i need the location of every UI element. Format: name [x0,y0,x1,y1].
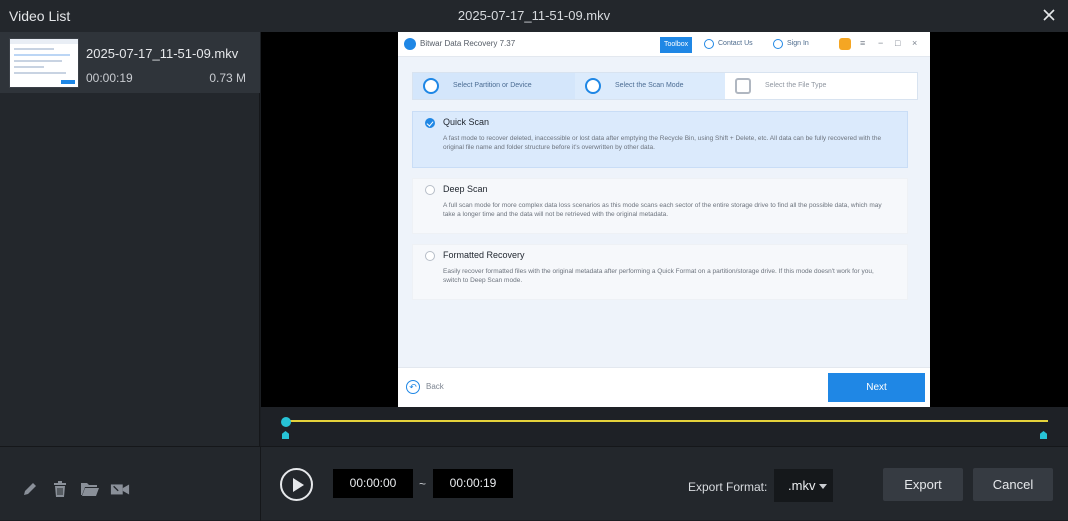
end-time-input[interactable] [433,469,513,498]
radio-icon [425,251,435,261]
back-icon: ↶ [406,380,420,394]
export-button[interactable]: Export [883,468,963,501]
contact-icon [704,39,714,49]
app-close-icon: × [912,38,918,48]
app-header: Bitwar Data Recovery 7.37 Toolbox Contac… [398,32,930,57]
video-thumbnail [9,38,79,88]
folder-open-icon[interactable] [80,479,100,499]
signin-link: Sign In [787,40,809,47]
video-size: 0.73 M [209,71,246,85]
timeline[interactable] [261,407,1068,446]
option-quick-scan: Quick Scan A fast mode to recover delete… [412,111,908,168]
export-format-label: Export Format: [688,480,768,494]
scan-mode-icon [585,78,601,94]
trim-end-handle[interactable] [1040,431,1047,439]
user-icon [773,39,783,49]
file-type-icon [735,78,751,94]
contact-link: Contact Us [718,40,753,47]
option-deep-scan: Deep Scan A full scan mode for more comp… [412,178,908,234]
next-button: Next [828,373,925,402]
minimize-icon: − [878,38,884,48]
window-title: 2025-07-17_11-51-09.mkv [457,8,611,23]
radio-checked-icon [425,118,435,128]
title-bar: Video List 2025-07-17_11-51-09.mkv [0,0,1068,32]
timeline-track[interactable] [287,420,1048,422]
app-name: Bitwar Data Recovery 7.37 [420,39,516,48]
back-link: Back [426,382,444,391]
chevron-down-icon [819,484,827,489]
app-footer: ↶ Back Next [398,367,930,407]
list-item[interactable]: 2025-07-17_11-51-09.mkv 00:00:19 0.73 M [0,32,260,93]
toolbox-button: Toolbox [660,37,693,53]
preview-frame: Bitwar Data Recovery 7.37 Toolbox Contac… [398,32,930,407]
step-3: Select the File Type [765,82,827,89]
maximize-icon: □ [895,38,901,48]
camera-icon[interactable] [110,479,130,499]
export-format-value: .mkv [788,478,816,493]
partition-icon [423,78,439,94]
step-progress: Select Partition or Device Select the Sc… [412,72,918,100]
playhead-handle[interactable] [281,417,291,427]
video-name: 2025-07-17_11-51-09.mkv [86,46,239,61]
control-bar: ~ Export Format: .mkv Export Cancel [0,446,1068,521]
option-formatted-recovery: Formatted Recovery Easily recover format… [412,244,908,300]
close-icon[interactable] [1040,6,1058,24]
video-duration: 00:00:19 [86,71,133,85]
video-list: 2025-07-17_11-51-09.mkv 00:00:19 0.73 M [0,32,260,446]
notification-icon [839,38,851,50]
edit-icon[interactable] [20,479,40,499]
cancel-button[interactable]: Cancel [973,468,1053,501]
step-2: Select the Scan Mode [575,73,725,99]
step-1: Select Partition or Device [413,73,575,99]
export-format-select[interactable]: .mkv [774,469,833,502]
trim-start-handle[interactable] [282,431,289,439]
video-preview[interactable]: Bitwar Data Recovery 7.37 Toolbox Contac… [261,32,1068,407]
app-logo-icon [404,38,416,50]
menu-icon: ≡ [860,38,866,48]
trash-icon[interactable] [50,479,70,499]
radio-icon [425,185,435,195]
play-button[interactable] [280,468,313,501]
start-time-input[interactable] [333,469,413,498]
time-separator: ~ [419,477,427,491]
